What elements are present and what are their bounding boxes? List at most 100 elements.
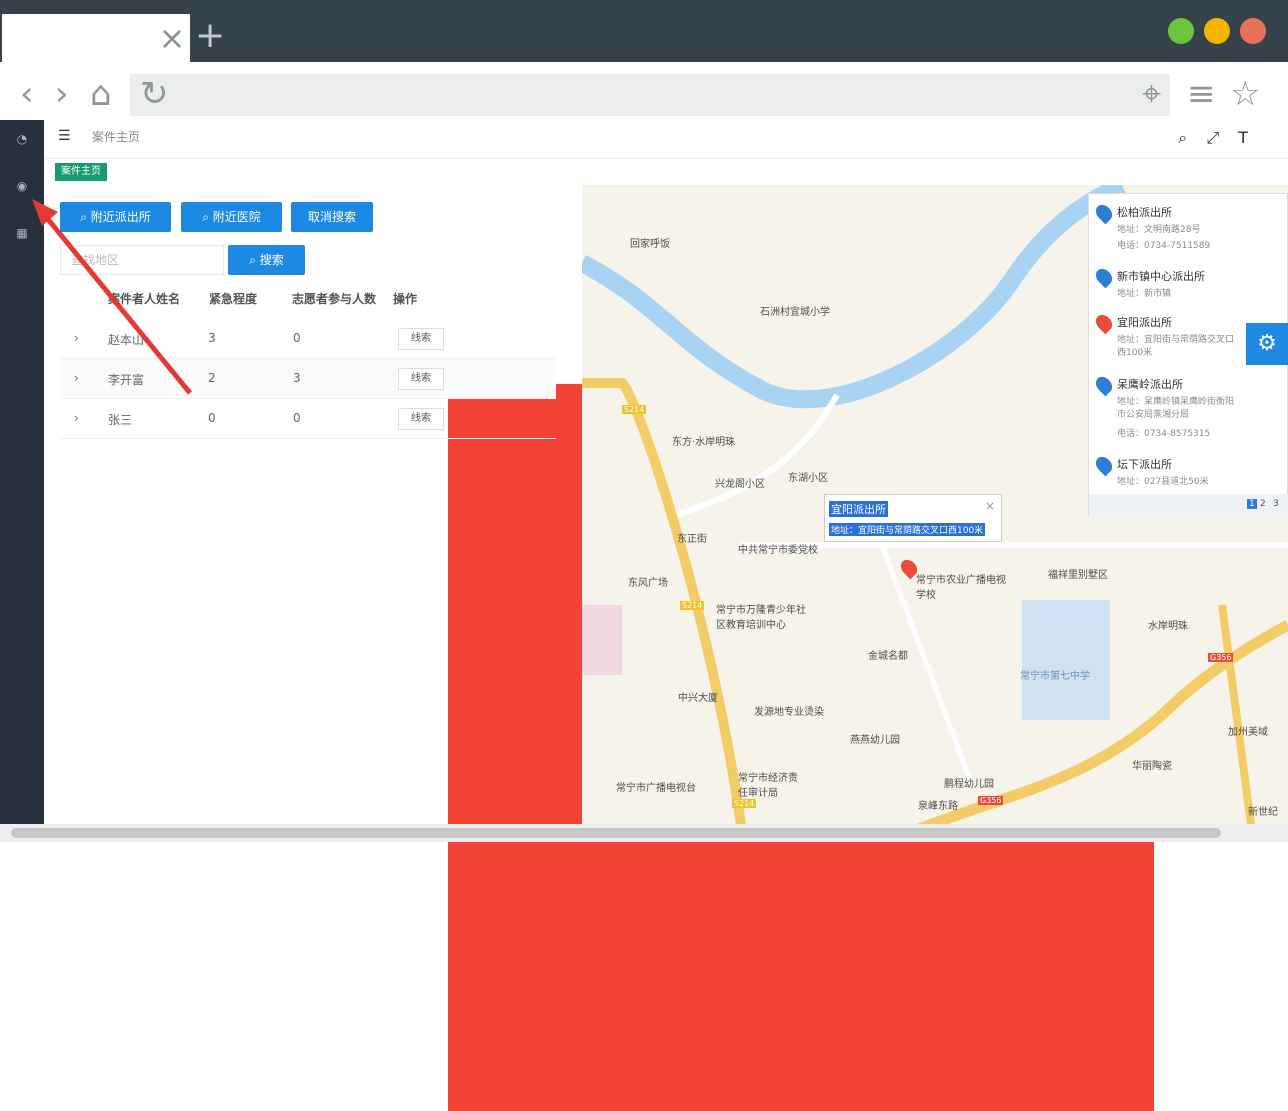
poi-phone: 电话：0734-8575315 [1117, 429, 1211, 439]
poi-address: 地址：文明南路28号 [1117, 225, 1201, 235]
search-icon: ⌕ [80, 210, 91, 224]
poi-name: 坛下派出所 [1117, 458, 1172, 471]
map-label[interactable]: 东方·水岸明珠 [672, 433, 735, 448]
map-label[interactable]: 中共常宁市委党校 [738, 541, 818, 556]
back-icon[interactable]: ‹ [20, 74, 34, 114]
dashboard-icon[interactable]: ◔ [13, 130, 31, 148]
search-icon[interactable]: ⌕ [1178, 128, 1187, 147]
settings-gear-icon[interactable]: ⚙ [1246, 323, 1288, 365]
map-label[interactable]: 中兴大厦 [678, 689, 718, 704]
grid-icon[interactable]: ▦ [13, 224, 31, 242]
page-number[interactable]: 2 [1260, 499, 1266, 509]
eye-icon[interactable]: ◉ [13, 177, 31, 195]
reload-icon[interactable]: ↻ [140, 74, 169, 114]
map-label[interactable]: 东正街 [677, 530, 707, 545]
nearby-hospital-button[interactable]: ⌕ 附近医院 [181, 202, 282, 232]
table-row[interactable]: › 张三 0 0 线索 地图 [60, 399, 1154, 1111]
clue-button[interactable]: 线索 [398, 328, 444, 350]
map-label[interactable]: 常宁市经济责任审计局 [738, 769, 806, 799]
road-code: S214 [732, 799, 757, 808]
map-label[interactable]: 水岸明珠 [1148, 617, 1188, 632]
column-actions: 操作 [393, 292, 418, 306]
road-code: S214 [622, 405, 647, 414]
search-label: 搜索 [259, 253, 284, 267]
fullscreen-icon[interactable]: ⤢ [1206, 128, 1219, 147]
map-label[interactable]: 福祥里别墅区 [1048, 566, 1108, 581]
nearby-police-label: 附近派出所 [90, 210, 151, 224]
marker-icon [1092, 201, 1116, 225]
poi-name: 新市镇中心派出所 [1117, 270, 1205, 283]
pagination: 1 2 3 [1089, 494, 1288, 516]
cancel-search-button[interactable]: 取消搜索 [291, 202, 373, 232]
tag-bar: 案件主页 [44, 158, 1288, 186]
horizontal-scrollbar[interactable] [0, 824, 1288, 842]
clue-button[interactable]: 线索 [398, 408, 444, 430]
expand-icon[interactable]: › [74, 371, 79, 385]
map-label[interactable]: 泉峰东路 [918, 797, 958, 812]
marker-icon [1092, 453, 1116, 477]
clue-button[interactable]: 线索 [398, 368, 444, 390]
column-name: 案件者人姓名 [108, 292, 181, 306]
map-label[interactable]: 常宁市第七中学 [1020, 667, 1090, 682]
map-label[interactable]: 新世纪 [1248, 803, 1278, 818]
close-icon[interactable]: × [985, 499, 995, 513]
map-label[interactable]: 东湖小区 [788, 469, 828, 484]
urgency-value: 2 [208, 371, 216, 385]
map-label[interactable]: 石洲村宜城小学 [760, 303, 830, 318]
map-label[interactable]: 常宁市农业广播电视学校 [916, 571, 1008, 601]
baidu-map[interactable]: 回家呼饭 石洲村宜城小学 东方·水岸明珠 东湖小区 兴龙阁小区 东正街 中共常宁… [582, 185, 1288, 832]
road-code: G356 [978, 796, 1004, 805]
menu-icon[interactable]: ≡ [1187, 74, 1216, 114]
page-number[interactable]: 3 [1273, 499, 1279, 509]
search-icon: ⌕ [202, 210, 213, 224]
map-label[interactable]: 燕燕幼儿园 [850, 731, 900, 746]
road-code: G356 [1208, 653, 1234, 662]
map-label[interactable]: 鹏程幼儿园 [944, 775, 994, 790]
window-close-button[interactable] [1240, 18, 1266, 44]
new-tab-icon[interactable]: + [195, 18, 225, 54]
close-tab-icon[interactable]: × [158, 22, 186, 54]
expand-icon[interactable]: › [74, 411, 79, 425]
page-number[interactable]: 1 [1247, 499, 1257, 509]
browser-tab[interactable]: × [2, 14, 190, 62]
forward-icon[interactable]: › [55, 74, 69, 114]
active-tag[interactable]: 案件主页 [55, 163, 107, 181]
window-minimize-button[interactable] [1168, 18, 1194, 44]
map-label[interactable]: 常宁市广播电视台 [616, 779, 696, 794]
map-label[interactable]: 常宁市万隆青少年社区教育培训中心 [716, 601, 812, 631]
map-label[interactable]: 金城名都 [868, 647, 908, 662]
police-info-popup[interactable]: 宜阳派出所 × 地址：宜阳街与常荫路交叉口西100米 [824, 494, 1002, 542]
window-maximize-button[interactable] [1204, 18, 1230, 44]
volunteer-count: 3 [293, 371, 301, 385]
map-label[interactable]: 东风广场 [628, 574, 668, 589]
top-right-icons: ⌕ ⤢ T [1178, 128, 1248, 148]
location-icon[interactable]: ⌖ [1142, 74, 1161, 114]
road-code: S214 [680, 601, 705, 610]
url-bar[interactable] [130, 74, 1170, 116]
poi-name: 呆鹰岭派出所 [1117, 378, 1183, 391]
home-icon[interactable]: ⌂ [90, 74, 112, 114]
scroll-thumb[interactable] [11, 828, 1221, 838]
map-label[interactable]: 兴龙阁小区 [715, 475, 765, 490]
map-label[interactable]: 发源地专业烫染 [754, 703, 824, 718]
popup-address: 地址：宜阳街与常荫路交叉口西100米 [829, 523, 986, 536]
column-urgency[interactable]: 紧急程度 [209, 290, 257, 307]
case-name: 李开富 [108, 373, 145, 387]
table-row[interactable]: › 赵本山 3 0 线索 地图 [60, 319, 1154, 1031]
table-row[interactable]: › 李开富 2 3 线索 地图 [60, 359, 1154, 1071]
poi-address: 地址：027县道北50米 [1117, 477, 1209, 487]
search-button[interactable]: ⌕ 搜索 [228, 245, 305, 275]
expand-icon[interactable]: › [74, 331, 79, 345]
map-label[interactable]: 加州美域 [1228, 723, 1268, 738]
map-label[interactable]: 华丽陶瓷 [1132, 757, 1172, 772]
browser-navbar: ‹ › ⌂ ↻ ⌖ ≡ ☆ [0, 62, 1288, 120]
urgency-value: 0 [208, 411, 216, 425]
region-search-input[interactable]: 查找地区 [60, 245, 224, 275]
map-label[interactable]: 回家呼饭 [630, 235, 670, 250]
main-content: ☰ 案件主页 ⌕ ⤢ T 案件主页 ⌕ 附近派出所 ⌕ 附近医院 取消搜索 查找… [44, 120, 1288, 1111]
font-size-icon[interactable]: T [1238, 128, 1248, 147]
collapse-menu-icon[interactable]: ☰ [58, 128, 71, 144]
nearby-police-button[interactable]: ⌕ 附近派出所 [60, 202, 171, 232]
star-icon[interactable]: ☆ [1230, 74, 1260, 114]
marker-icon [1092, 373, 1116, 397]
